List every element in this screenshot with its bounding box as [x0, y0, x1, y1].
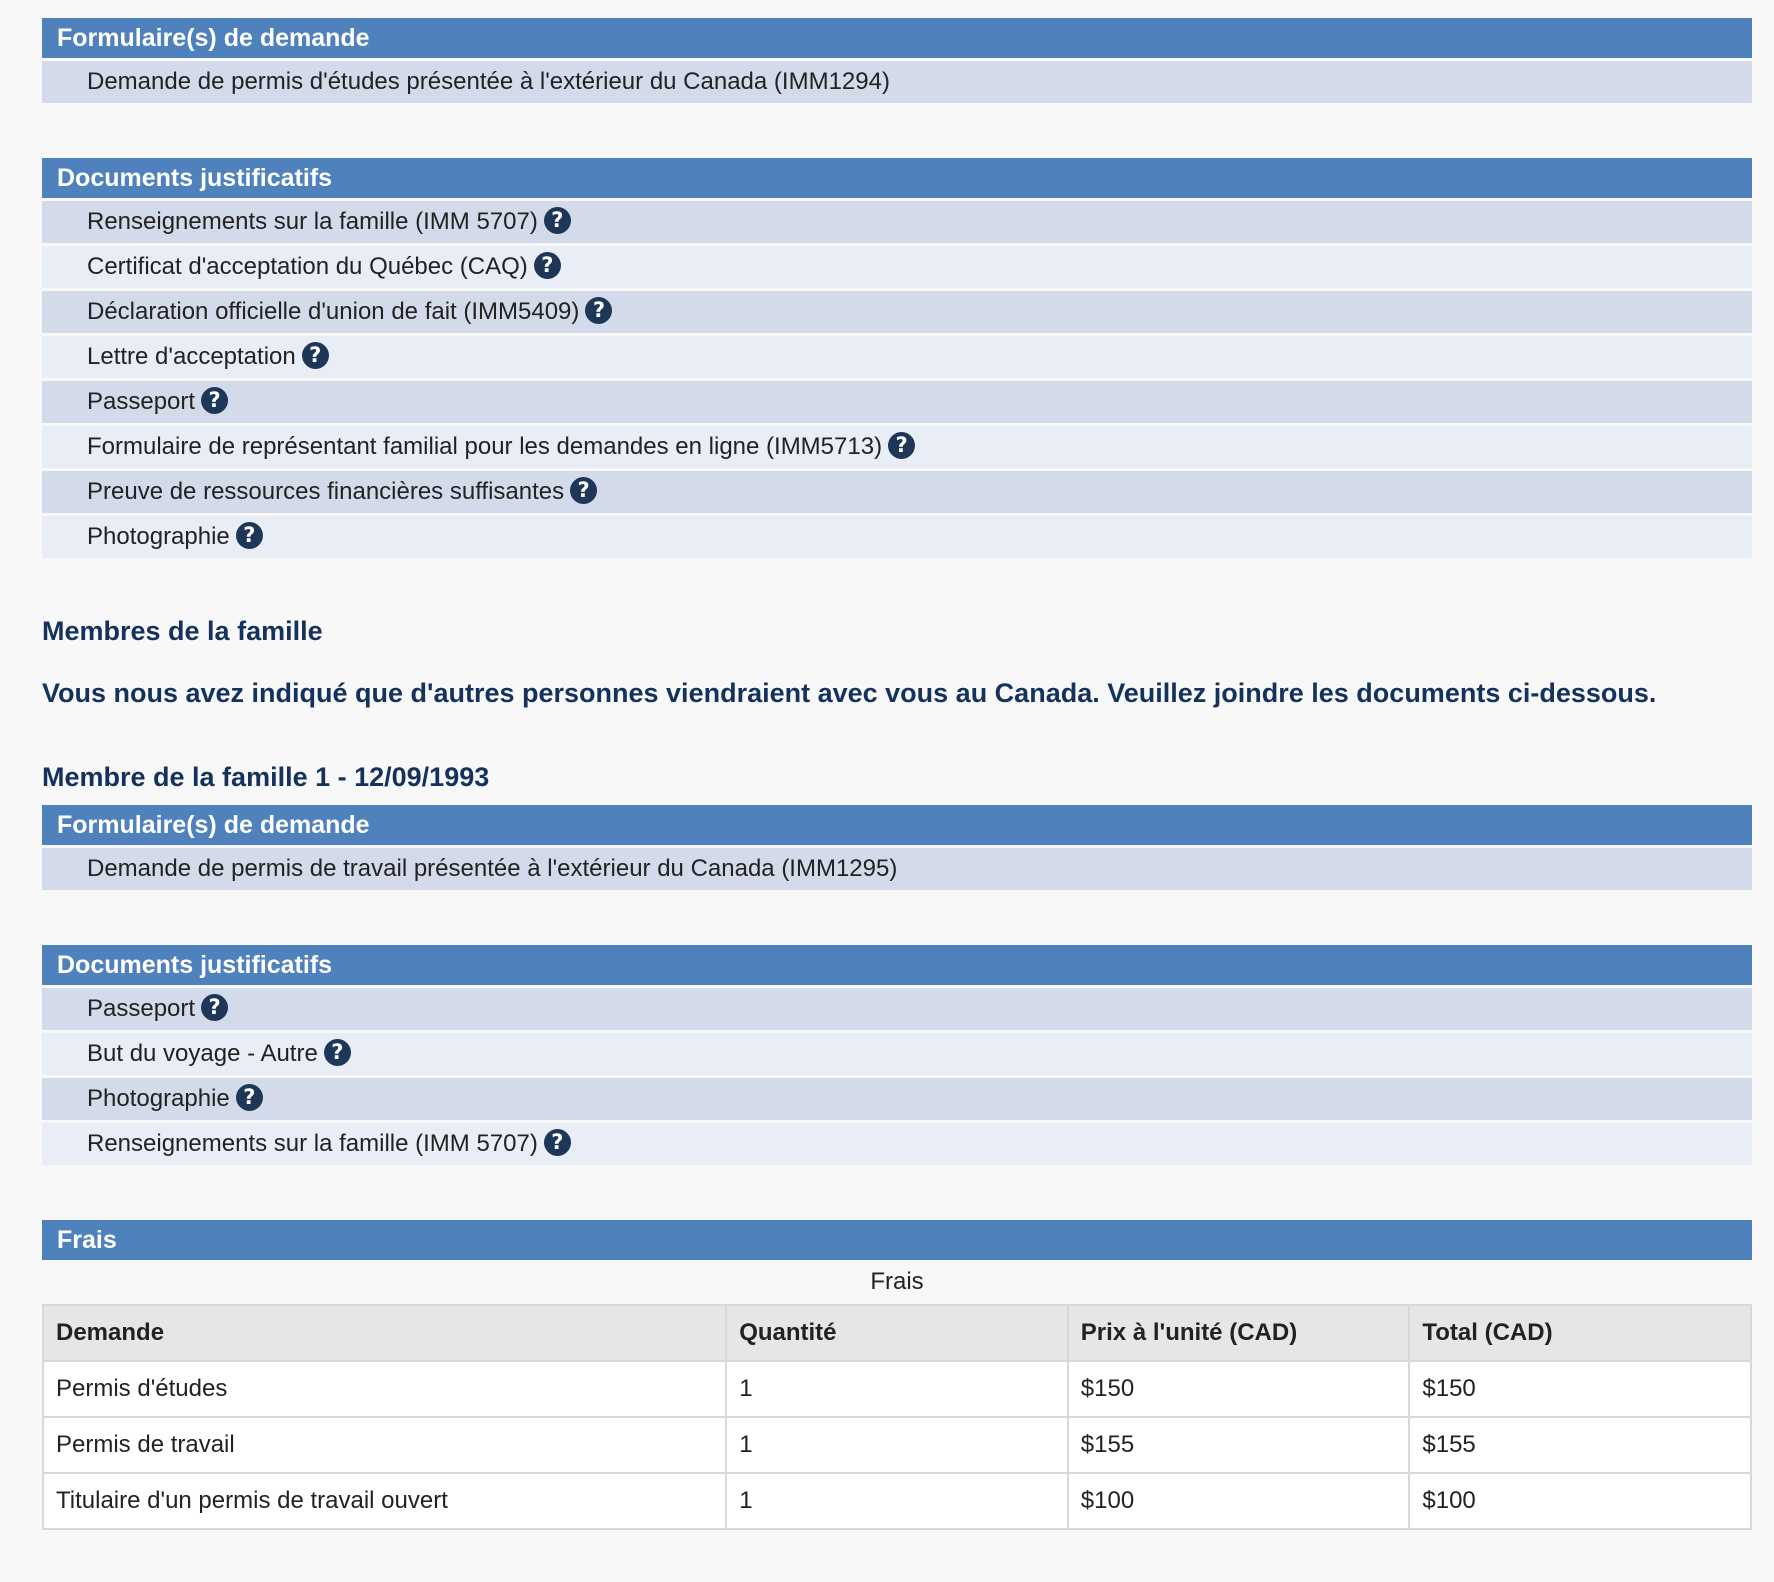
- question-circle-icon[interactable]: ?: [533, 252, 561, 280]
- cell-prix-unite: $150: [1066, 1360, 1411, 1418]
- document-item-label: Déclaration officielle d'union de fait (…: [87, 298, 580, 325]
- question-circle-icon[interactable]: ?: [301, 342, 329, 370]
- cell-total: $155: [1408, 1416, 1752, 1474]
- forms-section-header: Formulaire(s) de demande: [42, 18, 1752, 58]
- document-item-label: Passeport: [87, 388, 196, 415]
- family-notice: Vous nous avez indiqué que d'autres pers…: [42, 678, 1657, 708]
- question-circle-icon[interactable]: ?: [570, 477, 598, 505]
- cell-prix-unite: $100: [1066, 1472, 1411, 1530]
- cell-quantite: 1: [725, 1472, 1069, 1530]
- column-header-demande: Demande: [41, 1304, 728, 1362]
- cell-quantite: 1: [725, 1360, 1069, 1418]
- fees-section-header: Frais: [42, 1220, 1752, 1260]
- question-circle-icon[interactable]: ?: [543, 207, 571, 235]
- question-circle-icon[interactable]: ?: [543, 1129, 571, 1157]
- document-item-label: Certificat d'acceptation du Québec (CAQ): [87, 253, 528, 280]
- document-item-label: But du voyage - Autre: [87, 1040, 318, 1067]
- fees-header-row: Demande Quantité Prix à l'unité (CAD) To…: [41, 1304, 1752, 1362]
- column-header-prix-unite: Prix à l'unité (CAD): [1066, 1304, 1411, 1362]
- member-documents-list: Passeport? But du voyage - Autre? Photog…: [42, 988, 1752, 1168]
- document-item-label: Photographie: [87, 523, 230, 550]
- document-item-label: Formulaire de représentant familial pour…: [87, 433, 883, 460]
- fees-table: Demande Quantité Prix à l'unité (CAD) To…: [41, 1304, 1752, 1530]
- question-circle-icon[interactable]: ?: [201, 387, 229, 415]
- document-item: Renseignements sur la famille (IMM 5707)…: [42, 1123, 1752, 1168]
- document-item-label: Passeport: [87, 995, 196, 1022]
- member-forms-list: Demande de permis de travail présentée à…: [42, 848, 1752, 893]
- table-row: Permis de travail 1 $155 $155: [41, 1416, 1752, 1474]
- cell-demande: Permis d'études: [41, 1360, 728, 1418]
- document-item: Certificat d'acceptation du Québec (CAQ)…: [42, 246, 1752, 291]
- column-header-quantite: Quantité: [725, 1304, 1069, 1362]
- cell-quantite: 1: [725, 1416, 1069, 1474]
- forms-list: Demande de permis d'études présentée à l…: [42, 61, 1752, 106]
- form-item: Demande de permis d'études présentée à l…: [42, 61, 1752, 106]
- question-circle-icon[interactable]: ?: [235, 1084, 263, 1112]
- document-item: Formulaire de représentant familial pour…: [42, 426, 1752, 471]
- table-row: Permis d'études 1 $150 $150: [41, 1360, 1752, 1418]
- form-item-label: Demande de permis de travail présentée à…: [87, 855, 898, 882]
- form-item-label: Demande de permis d'études présentée à l…: [87, 68, 890, 95]
- document-item: Preuve de ressources financières suffisa…: [42, 471, 1752, 516]
- document-item-label: Renseignements sur la famille (IMM 5707): [87, 1130, 538, 1157]
- document-item: Photographie?: [42, 1078, 1752, 1123]
- document-item-label: Photographie: [87, 1085, 230, 1112]
- document-item: Passeport?: [42, 381, 1752, 426]
- document-item: Passeport?: [42, 988, 1752, 1033]
- document-item: Lettre d'acceptation?: [42, 336, 1752, 381]
- cell-total: $100: [1408, 1472, 1752, 1530]
- document-item: Photographie?: [42, 516, 1752, 561]
- document-checklist: Formulaire(s) de demande Demande de perm…: [41, 18, 1752, 1530]
- documents-section-header: Documents justificatifs: [42, 158, 1752, 198]
- question-circle-icon[interactable]: ?: [585, 297, 613, 325]
- member-forms-section-header: Formulaire(s) de demande: [42, 805, 1752, 845]
- document-item-label: Preuve de ressources financières suffisa…: [87, 478, 565, 505]
- column-header-total: Total (CAD): [1408, 1304, 1752, 1362]
- cell-total: $150: [1408, 1360, 1752, 1418]
- table-row: Titulaire d'un permis de travail ouvert …: [41, 1472, 1752, 1530]
- document-item-label: Renseignements sur la famille (IMM 5707): [87, 208, 538, 235]
- fees-table-caption: Frais: [870, 1268, 924, 1295]
- cell-prix-unite: $155: [1066, 1416, 1411, 1474]
- document-item: Déclaration officielle d'union de fait (…: [42, 291, 1752, 336]
- form-item: Demande de permis de travail présentée à…: [42, 848, 1752, 893]
- family-member-1-title: Membre de la famille 1 - 12/09/1993: [42, 762, 490, 792]
- member-documents-section-header: Documents justificatifs: [42, 945, 1752, 985]
- document-item: Renseignements sur la famille (IMM 5707)…: [42, 201, 1752, 246]
- cell-demande: Permis de travail: [41, 1416, 728, 1474]
- documents-list: Renseignements sur la famille (IMM 5707)…: [42, 201, 1752, 561]
- document-item-label: Lettre d'acceptation: [87, 343, 296, 370]
- question-circle-icon[interactable]: ?: [235, 522, 263, 550]
- question-circle-icon[interactable]: ?: [888, 432, 916, 460]
- question-circle-icon[interactable]: ?: [323, 1039, 351, 1067]
- cell-demande: Titulaire d'un permis de travail ouvert: [41, 1472, 728, 1530]
- document-item: But du voyage - Autre?: [42, 1033, 1752, 1078]
- question-circle-icon[interactable]: ?: [201, 994, 229, 1022]
- family-members-title: Membres de la famille: [42, 616, 323, 646]
